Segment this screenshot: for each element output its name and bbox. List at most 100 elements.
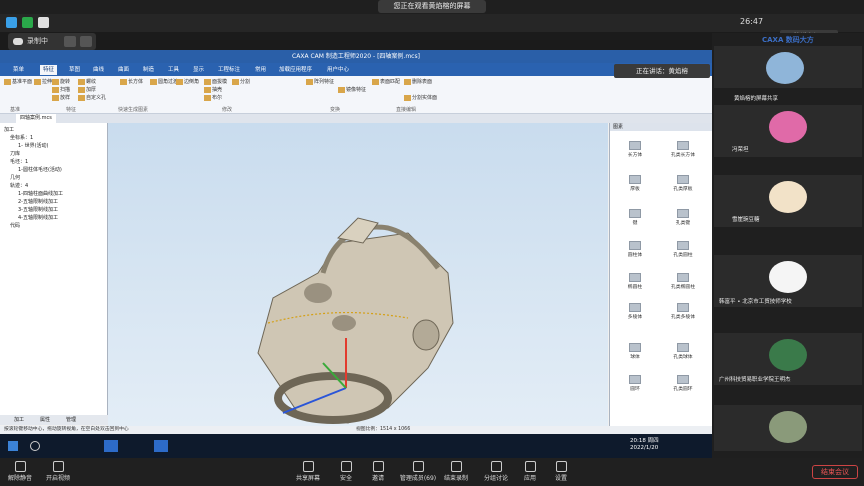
grid-icon[interactable] — [38, 17, 49, 28]
ribbon-button[interactable]: 圆角过渡 — [150, 78, 178, 85]
library-item[interactable]: 键 — [614, 209, 656, 226]
menu-item[interactable]: 工具 — [165, 65, 182, 75]
menu-item[interactable]: 加载应用程序 — [276, 65, 315, 75]
3d-viewport[interactable] — [108, 123, 608, 426]
library-item[interactable]: 多棱体 — [614, 303, 656, 320]
menu-item[interactable]: 显示 — [190, 65, 207, 75]
tree-item[interactable]: 坐标系：1 — [10, 134, 33, 141]
avatar — [769, 261, 807, 293]
ribbon-button[interactable]: 基准平面 — [4, 78, 32, 85]
tree-item[interactable]: 代码 — [10, 222, 20, 229]
tab-properties[interactable]: 属性 — [40, 416, 50, 423]
library-item[interactable]: 圆柱体 — [614, 241, 656, 258]
unmute-button[interactable]: 解除静音 — [0, 458, 40, 486]
library-item[interactable]: 球体 — [614, 343, 656, 360]
taskbar-app-icon[interactable] — [154, 440, 168, 452]
menu-item[interactable]: 常用 — [252, 65, 269, 75]
stop-recording-button[interactable]: 结束录制 — [436, 458, 476, 486]
tree-tabs: 加工 属性 管理 — [0, 415, 108, 425]
tree-item[interactable]: 1-圆柱体毛坯(活动) — [18, 166, 62, 173]
tree-item[interactable]: 1- 世界(活动) — [18, 142, 48, 149]
menu-item[interactable]: 制造 — [140, 65, 157, 75]
ribbon-button[interactable]: 镜像特征 — [338, 86, 366, 93]
cloud-icon — [13, 38, 23, 45]
ribbon-button[interactable]: 加厚 — [78, 86, 96, 93]
library-item[interactable]: 长方体 — [614, 141, 656, 158]
library-item[interactable]: 孔类厚板 — [662, 175, 704, 192]
ribbon-button[interactable]: 长方体 — [120, 78, 143, 85]
menu-item[interactable]: 曲面 — [115, 65, 132, 75]
library-item[interactable]: 孔类圆环 — [662, 375, 704, 392]
end-meeting-button[interactable]: 结束会议 — [812, 465, 858, 479]
participant-tile[interactable]: 冯荣坦 — [714, 105, 862, 157]
ribbon-button[interactable]: 面拔模 — [204, 78, 227, 85]
menu-item[interactable]: 用户中心 — [324, 65, 352, 75]
search-icon[interactable] — [30, 441, 40, 451]
shield-icon[interactable] — [22, 17, 33, 28]
tree-item[interactable]: 3-五轴限制线加工 — [18, 206, 58, 213]
library-item[interactable]: 厚板 — [614, 175, 656, 192]
windows-start-icon[interactable] — [8, 441, 18, 451]
tree-item[interactable]: 轨迹：4 — [10, 182, 28, 189]
taskbar-date: 2022/1/20 — [630, 445, 659, 451]
library-item[interactable]: 孔类多棱体 — [662, 303, 704, 320]
start-video-button[interactable]: 开启视频 — [38, 458, 78, 486]
ribbon-button[interactable]: 分割实体面 — [404, 94, 437, 101]
tree-item[interactable]: 几何 — [10, 174, 20, 181]
library-item[interactable]: 圆环 — [614, 375, 656, 392]
document-tab[interactable]: 四轴案例.mcs — [16, 114, 56, 123]
tree-item[interactable]: 2-五轴限制线加工 — [18, 198, 58, 205]
ribbon-button[interactable]: 抽壳 — [204, 86, 222, 93]
ribbon-button[interactable]: 拉伸 — [34, 78, 52, 85]
tree-item[interactable]: 刀库 — [10, 150, 20, 157]
ribbon: 基准平面 拉伸 旋转 扫描 放样 螺纹 加厚 自定义孔 长方体 圆角过渡 边倒角… — [0, 76, 712, 114]
menu-item[interactable]: 工程标注 — [215, 65, 243, 75]
library-item[interactable]: 孔类球体 — [662, 343, 704, 360]
ribbon-button[interactable]: 布尔 — [204, 94, 222, 101]
participant-tile[interactable] — [714, 405, 862, 451]
library-item[interactable]: 椭圆柱 — [614, 273, 656, 290]
ribbon-button[interactable]: 删除表面 — [404, 78, 432, 85]
tree-item[interactable]: 1-四轴柱面曲线加工 — [18, 190, 63, 197]
part-model — [257, 217, 454, 424]
info-icon[interactable] — [6, 17, 17, 28]
ribbon-button[interactable]: 自定义孔 — [78, 94, 106, 101]
ribbon-button[interactable]: 边倒角 — [176, 78, 199, 85]
library-item[interactable]: 孔类长方体 — [662, 141, 704, 158]
library-item[interactable]: 孔类键 — [662, 209, 704, 226]
ribbon-button[interactable]: 放样 — [52, 94, 70, 101]
tree-item[interactable]: 4-五轴限制线加工 — [18, 214, 58, 221]
ribbon-button[interactable]: 表面匹配 — [372, 78, 400, 85]
library-item[interactable]: 孔类椭圆柱 — [662, 273, 704, 290]
pause-recording-button[interactable] — [64, 36, 76, 47]
ribbon-button[interactable]: 旋转 — [52, 78, 70, 85]
participant-tile[interactable]: 广州科技贸易职业学院王明杰 — [714, 333, 862, 385]
ribbon-button[interactable]: 螺纹 — [78, 78, 96, 85]
ribbon-button[interactable]: 阵列特征 — [306, 78, 334, 85]
menu-item[interactable]: 草图 — [66, 65, 83, 75]
tab-manage[interactable]: 管理 — [66, 416, 76, 423]
active-speaker-badge: 正在讲话：黄焰榕 — [614, 64, 710, 78]
brand-watermark: CAXA 数码大方 — [762, 36, 814, 44]
viewing-banner: 您正在观看黄焰榕的屏幕 — [378, 0, 486, 13]
participant-tile[interactable]: 正在讲话：黄焰榕 黄焰榕的屏幕共享 — [614, 46, 862, 102]
share-screen-button[interactable]: 共享屏幕 — [288, 458, 328, 486]
settings-button[interactable]: 设置 — [541, 458, 581, 486]
tree-item[interactable]: 毛坯：1 — [10, 158, 28, 165]
menu-item[interactable]: 曲线 — [90, 65, 107, 75]
avatar — [769, 339, 807, 371]
menu-item-active[interactable]: 特征 — [40, 65, 58, 75]
participant-tile[interactable]: 韩富平 • 北京市工贸技师学校 — [714, 255, 862, 307]
ribbon-button[interactable]: 扫描 — [52, 86, 70, 93]
participant-tile[interactable]: 雪崖豌豆糖 — [714, 175, 862, 227]
taskbar-app-icon[interactable] — [104, 440, 118, 452]
ribbon-button[interactable]: 分割 — [232, 78, 250, 85]
menu-item[interactable]: 菜单 — [10, 65, 27, 75]
tree-item[interactable]: 加工 — [4, 126, 14, 133]
tab-machining[interactable]: 加工 — [14, 416, 24, 423]
meeting-timer: 26:47 — [740, 17, 764, 26]
ribbon-group-label: 直接编辑 — [396, 107, 417, 113]
participant-name: 雪崖豌豆糖 — [732, 217, 760, 223]
library-item[interactable]: 孔类圆柱 — [662, 241, 704, 258]
stop-recording-button[interactable] — [80, 36, 92, 47]
